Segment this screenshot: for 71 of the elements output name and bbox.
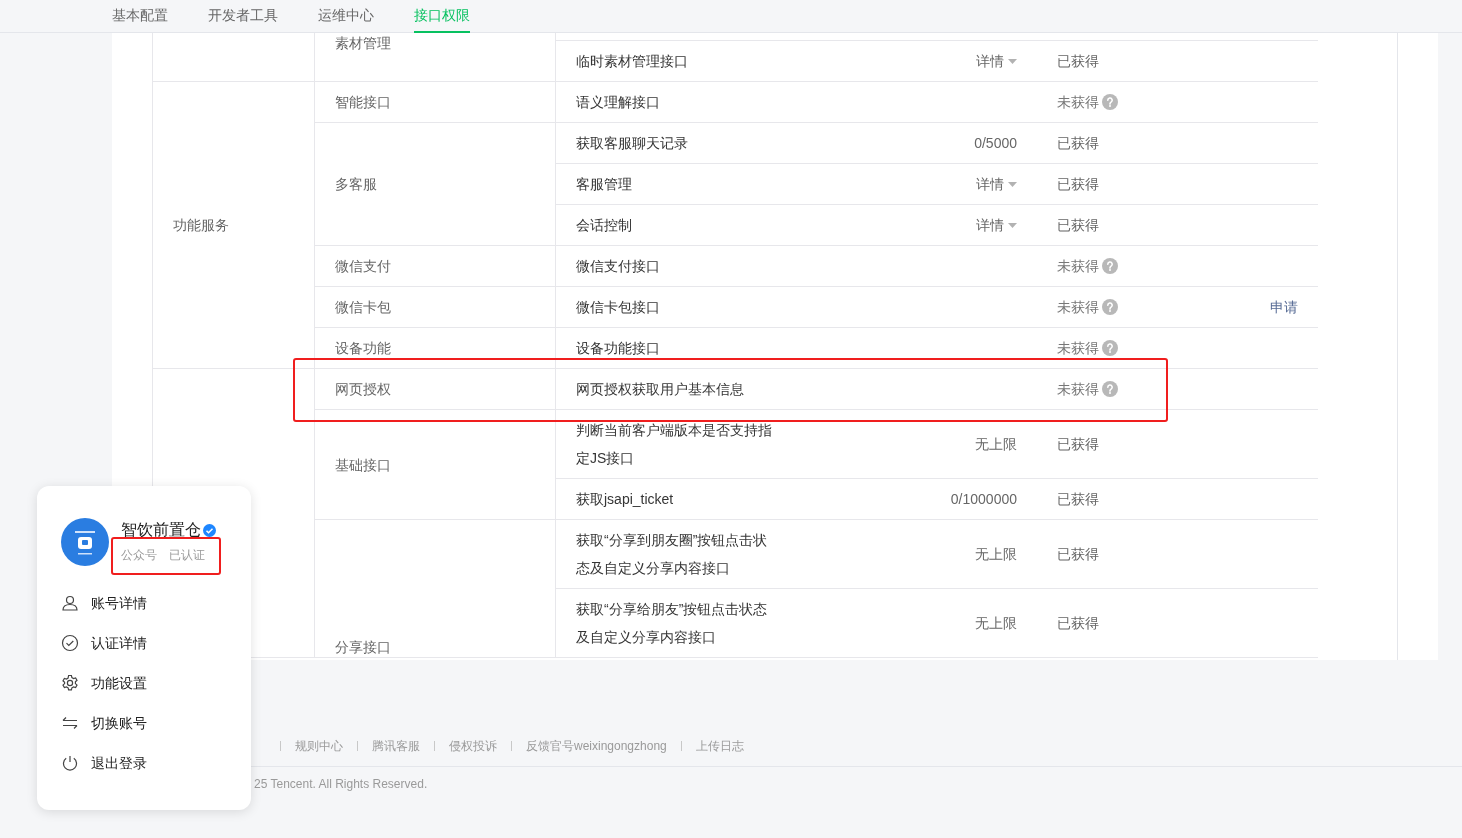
subcategory-label: 微信卡包 [335, 298, 391, 317]
status-text: 已获得 [1057, 489, 1099, 509]
status-text: 已获得 [1057, 174, 1099, 194]
status-text: 已获得 [1057, 434, 1099, 454]
tab[interactable]: 基本配置 [112, 0, 168, 33]
interface-name: 设备功能接口 [555, 328, 895, 369]
menu-item[interactable]: 认证详情 [61, 632, 251, 654]
account-name: 智饮前置仓 [121, 520, 201, 540]
quota-text: 0/5000 [974, 133, 1017, 153]
tab[interactable]: 开发者工具 [208, 0, 278, 33]
details-dropdown[interactable]: 详情 [976, 173, 1017, 195]
subcategory-label: 智能接口 [335, 93, 391, 112]
caret-icon [1008, 222, 1017, 228]
status-text: 已获得 [1057, 215, 1099, 235]
status-text: 已获得 [1057, 613, 1099, 633]
tab[interactable]: 运维中心 [318, 0, 374, 33]
help-icon[interactable] [1102, 258, 1118, 274]
caret-icon [1008, 181, 1017, 187]
status-text: 已获得 [1057, 544, 1099, 564]
status-text: 已获得 [1057, 133, 1099, 153]
category-label: 功能服务 [173, 215, 229, 235]
status-text: 未获得 [1057, 297, 1099, 317]
subcategory-label: 微信支付 [335, 257, 391, 276]
interface-name: 判断当前客户端版本是否支持指定JS接口 [555, 410, 895, 479]
interface-name: 网页授权获取用户基本信息 [555, 369, 895, 410]
check-circle-icon [61, 634, 79, 652]
quota-text: 0/1000000 [950, 489, 1017, 509]
interface-name: 获取客服聊天记录 [555, 123, 895, 164]
interface-name: 语义理解接口 [555, 82, 895, 123]
status-text: 未获得 [1057, 256, 1099, 276]
caret-icon [1008, 58, 1017, 64]
copyright-text: 25 Tencent. All Rights Reserved. [254, 776, 429, 793]
quota-text: 无上限 [975, 434, 1017, 454]
interface-name: 获取“分享给朋友”按钮点击状态及自定义分享内容接口 [555, 589, 895, 658]
subcategory-label: 素材管理 [335, 34, 391, 53]
help-icon[interactable] [1102, 299, 1118, 315]
avatar-logo [61, 518, 109, 566]
swap-arrows-icon [61, 714, 79, 732]
menu-item[interactable]: 退出登录 [61, 752, 251, 774]
subcategory-label: 基础接口 [335, 455, 391, 475]
help-icon[interactable] [1102, 94, 1118, 110]
status-text: 未获得 [1057, 338, 1099, 358]
subcategory-label: 网页授权 [335, 380, 391, 399]
details-dropdown[interactable]: 详情 [976, 214, 1017, 236]
interface-name: 客服管理 [555, 164, 895, 205]
menu-item[interactable]: 功能设置 [61, 672, 251, 694]
quota-text: 无上限 [975, 613, 1017, 633]
status-text: 未获得 [1057, 92, 1099, 112]
interface-name: 临时素材管理接口 [555, 41, 895, 82]
menu-item[interactable]: 账号详情 [61, 592, 251, 614]
interface-name: 会话控制 [555, 205, 895, 246]
details-dropdown[interactable]: 详情 [976, 50, 1017, 72]
interface-name: 微信卡包接口 [555, 287, 895, 328]
verification-status: 已认证 [169, 547, 205, 564]
subcategory-label: 设备功能 [335, 339, 391, 358]
help-icon[interactable] [1102, 381, 1118, 397]
interface-name: 微信支付接口 [555, 246, 895, 287]
user-icon [61, 594, 79, 612]
apply-link[interactable]: 申请 [1270, 296, 1298, 318]
interface-name: 获取“分享到朋友圈”按钮点击状态及自定义分享内容接口 [555, 520, 895, 589]
menu-item[interactable]: 切换账号 [61, 712, 251, 734]
power-icon [61, 754, 79, 772]
status-text: 已获得 [1057, 51, 1099, 71]
subcategory-label: 分享接口 [335, 638, 391, 657]
settings-icon [61, 674, 79, 692]
subcategory-label: 多客服 [335, 175, 377, 194]
interface-name: 获取jsapi_ticket [555, 479, 895, 520]
status-text: 未获得 [1057, 379, 1099, 399]
help-icon[interactable] [1102, 340, 1118, 356]
quota-text: 无上限 [975, 544, 1017, 564]
account-type: 公众号 [121, 547, 157, 564]
